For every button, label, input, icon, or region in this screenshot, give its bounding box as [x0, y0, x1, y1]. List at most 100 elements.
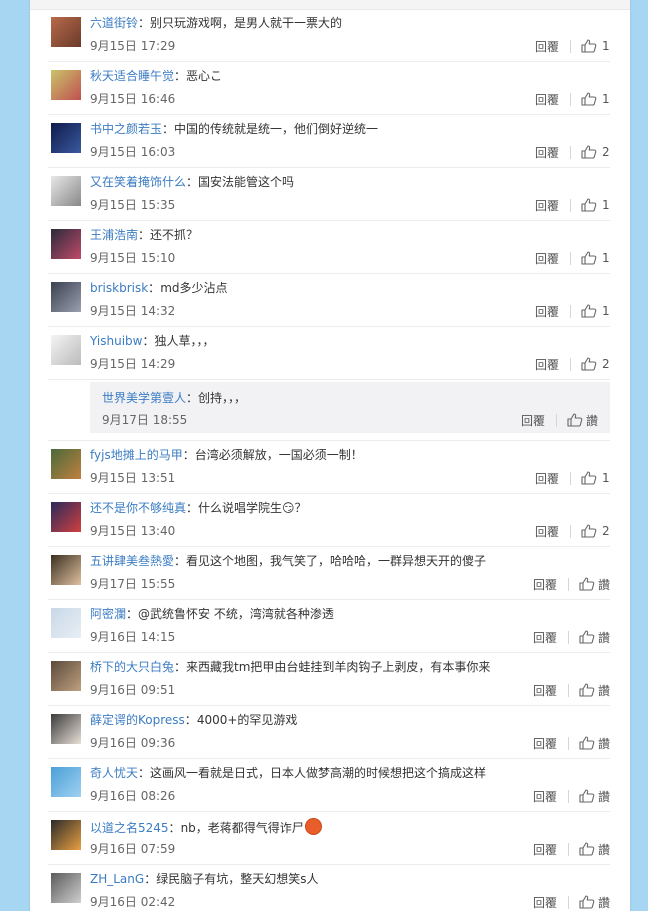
comment-list: 六道街铃：别只玩游戏啊，是男人就干一票大的 9月15日 17:29 回覆 1 秋天适合睡…: [30, 9, 630, 911]
like-button[interactable]: 2: [581, 145, 610, 159]
avatar[interactable]: [51, 335, 81, 365]
thumbs-up-icon: [581, 304, 597, 318]
reply-button[interactable]: 回覆: [519, 412, 547, 429]
username-link[interactable]: 六道街铃: [90, 16, 138, 30]
action-divider: [567, 789, 569, 803]
username-link[interactable]: 五讲肆美叁熱愛: [90, 554, 174, 568]
like-button[interactable]: 讚: [579, 576, 610, 593]
like-button[interactable]: 1: [581, 198, 610, 212]
reply-button[interactable]: 回覆: [533, 250, 561, 267]
comment-actions: 回覆 讚: [531, 576, 610, 592]
reply-button[interactable]: 回覆: [533, 523, 561, 540]
like-button[interactable]: 讚: [567, 412, 598, 429]
comment-time: 9月16日 14:15: [90, 630, 176, 644]
reply-button[interactable]: 回覆: [533, 91, 561, 108]
comment-item: 阿密瀾：@武统鲁怀安 不统，湾湾就各种渗透 9月16日 14:15 回覆 讚: [48, 600, 610, 653]
like-button[interactable]: 1: [581, 92, 610, 106]
username-link[interactable]: 桥下的大只白兔: [90, 660, 174, 674]
reply-button[interactable]: 回覆: [531, 894, 559, 911]
username-link[interactable]: 薛定谔的Kopress: [90, 713, 185, 727]
username-link[interactable]: 王浦浩南: [90, 228, 138, 242]
comment-line: fyjs地摊上的马甲：台湾必须解放，一国必须一制！: [90, 447, 610, 463]
reply-button[interactable]: 回覆: [533, 38, 561, 55]
comment-line: 又在笑着掩饰什么：国安法能管这个吗: [90, 174, 610, 190]
action-divider: [570, 304, 571, 318]
comment-text: 别只玩游戏啊，是男人就干一票大的: [150, 16, 343, 30]
username-link[interactable]: ZH_LanG: [90, 872, 144, 886]
thumbs-up-icon: [581, 357, 597, 371]
reply-button[interactable]: 回覆: [533, 197, 561, 214]
username-link[interactable]: 还不是你不够纯真: [90, 501, 186, 515]
avatar[interactable]: [51, 449, 81, 479]
avatar[interactable]: [51, 820, 81, 850]
colon-separator: ：: [126, 607, 139, 621]
avatar[interactable]: [51, 767, 81, 797]
comment-time: 9月15日 15:10: [90, 251, 176, 265]
comment-item: 秋天适合睡午觉：恶心こ 9月15日 16:46 回覆 1: [48, 62, 610, 115]
reply-button[interactable]: 回覆: [533, 356, 561, 373]
avatar[interactable]: [51, 661, 81, 691]
like-button[interactable]: 讚: [579, 788, 610, 805]
like-button[interactable]: 讚: [579, 735, 610, 752]
avatar[interactable]: [51, 70, 81, 100]
reply-button[interactable]: 回覆: [531, 788, 559, 805]
like-button[interactable]: 讚: [579, 682, 610, 699]
avatar[interactable]: [51, 873, 81, 903]
comment-time: 9月16日 08:26: [90, 789, 176, 803]
avatar[interactable]: [51, 555, 81, 585]
username-link[interactable]: briskbrisk: [90, 281, 148, 295]
avatar[interactable]: [51, 123, 81, 153]
username-link[interactable]: 以道之名5245: [90, 821, 169, 835]
username-link[interactable]: 阿密瀾: [90, 607, 126, 621]
comment-actions: 回覆 2: [533, 523, 610, 539]
username-link[interactable]: fyjs地摊上的马甲: [90, 448, 183, 462]
comment-text: 还不抓？: [150, 228, 199, 242]
action-divider: [567, 736, 569, 750]
avatar[interactable]: [51, 502, 81, 532]
comment-line: 六道街铃：别只玩游戏啊，是男人就干一票大的: [90, 15, 610, 31]
avatar[interactable]: [51, 176, 81, 206]
like-button[interactable]: 2: [581, 524, 610, 538]
username-link[interactable]: 秋天适合睡午觉: [90, 69, 174, 83]
like-button[interactable]: 1: [581, 39, 610, 53]
colon-separator: ：: [174, 660, 187, 674]
reply-button[interactable]: 回覆: [531, 841, 559, 858]
like-button[interactable]: 1: [581, 304, 610, 318]
like-button[interactable]: 1: [581, 251, 610, 265]
like-button[interactable]: 讚: [579, 841, 610, 858]
comment-text: md多少沾点: [160, 281, 228, 295]
avatar[interactable]: [51, 608, 81, 638]
reply-button[interactable]: 回覆: [531, 629, 559, 646]
username-link[interactable]: Yishuibw: [90, 334, 142, 348]
reply-button[interactable]: 回覆: [533, 470, 561, 487]
avatar[interactable]: [51, 714, 81, 744]
colon-separator: ：: [148, 281, 161, 295]
reply-button[interactable]: 回覆: [531, 576, 559, 593]
username-link[interactable]: 书中之颜若玉: [90, 122, 162, 136]
comment-item: 六道街铃：别只玩游戏啊，是男人就干一票大的 9月15日 17:29 回覆 1: [48, 9, 610, 62]
like-button[interactable]: 讚: [579, 629, 610, 646]
username-link[interactable]: 奇人忧天: [90, 766, 138, 780]
reply-button[interactable]: 回覆: [533, 144, 561, 161]
comment-item: 王浦浩南：还不抓？ 9月15日 15:10 回覆 1: [48, 221, 610, 274]
like-button[interactable]: 讚: [579, 894, 610, 911]
like-count: 讚: [597, 736, 610, 751]
colon-separator: ：: [138, 16, 151, 30]
reply-button[interactable]: 回覆: [531, 735, 559, 752]
comment-line: 书中之颜若玉：中国的传统就是统一，他们倒好逆统一: [90, 121, 610, 137]
username-link[interactable]: 又在笑着掩饰什么: [90, 175, 186, 189]
reply-button[interactable]: 回覆: [531, 682, 559, 699]
avatar[interactable]: [51, 229, 81, 259]
like-count: 2: [602, 524, 610, 538]
avatar[interactable]: [51, 17, 81, 47]
like-button[interactable]: 1: [581, 471, 610, 485]
avatar[interactable]: [51, 282, 81, 312]
comment-item: 薛定谔的Kopress：4000+的罕见游戏 9月16日 09:36 回覆 讚: [48, 706, 610, 759]
username-link[interactable]: 世界美学第壹人: [102, 391, 186, 405]
comment-time: 9月15日 14:32: [90, 304, 176, 318]
like-button[interactable]: 2: [581, 357, 610, 371]
reply-button[interactable]: 回覆: [533, 303, 561, 320]
comment-text: 创持，，，: [198, 391, 247, 405]
comment-line: briskbrisk：md多少沾点: [90, 280, 610, 296]
thumbs-up-icon: [579, 683, 595, 697]
